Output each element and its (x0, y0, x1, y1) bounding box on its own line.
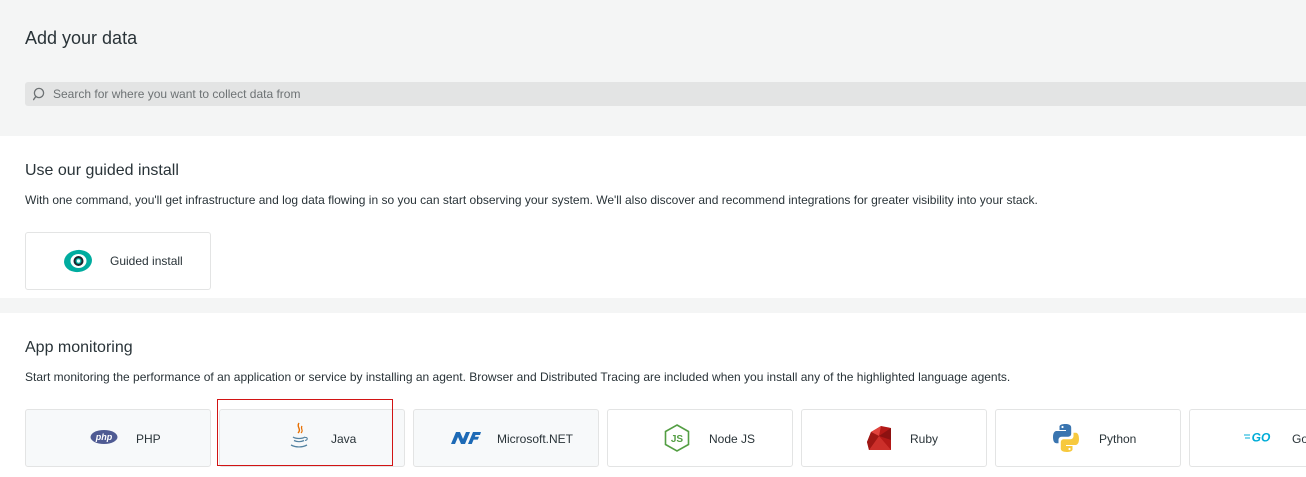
python-icon (1053, 424, 1079, 452)
app-monitoring-title: App monitoring (25, 339, 133, 356)
go-icon: GO (1244, 431, 1271, 445)
guided-install-section: Use our guided install With one command,… (0, 136, 1306, 298)
nodejs-icon: JS (664, 424, 690, 452)
agent-tile-php[interactable]: php PHP (25, 409, 211, 467)
agent-tile-dotnet[interactable]: Microsoft.NET (413, 409, 599, 467)
svg-text:php: php (95, 432, 113, 442)
guided-install-icon (64, 249, 92, 273)
search-bar[interactable] (25, 82, 1306, 106)
agent-label: Python (1099, 432, 1137, 446)
guided-install-title: Use our guided install (25, 162, 179, 179)
app-monitoring-description: Start monitoring the performance of an a… (25, 370, 1011, 384)
add-data-header: Add your data (0, 0, 1306, 136)
agent-label: Ruby (910, 432, 939, 446)
agent-tile-python[interactable]: Python (995, 409, 1181, 467)
search-icon (33, 87, 45, 101)
agent-tile-java[interactable]: Java (219, 409, 405, 467)
search-input[interactable] (53, 82, 1293, 106)
agent-tile-nodejs[interactable]: JS Node JS (607, 409, 793, 467)
agent-tile-go[interactable]: GO Go (1189, 409, 1306, 467)
java-icon (290, 422, 308, 448)
agent-label: Go (1292, 432, 1306, 446)
php-icon: php (90, 430, 118, 444)
guided-install-tile[interactable]: Guided install (25, 232, 211, 290)
agent-tiles: php PHP Java Microsoft.NET JS Node JS Ru… (0, 409, 1306, 467)
agent-label: Microsoft.NET (497, 432, 574, 446)
guided-install-description: With one command, you'll get infrastruct… (25, 193, 1038, 207)
agent-label: Java (331, 432, 357, 446)
app-monitoring-section: App monitoring Start monitoring the perf… (0, 313, 1306, 477)
svg-text:JS: JS (671, 434, 684, 445)
agent-label: PHP (136, 432, 161, 446)
page-title: Add your data (25, 28, 138, 48)
svg-text:GO: GO (1252, 431, 1271, 445)
dotnet-icon (451, 432, 481, 444)
agent-label: Node JS (709, 432, 756, 446)
guided-install-label: Guided install (110, 254, 183, 268)
ruby-icon (867, 426, 891, 450)
agent-tile-ruby[interactable]: Ruby (801, 409, 987, 467)
